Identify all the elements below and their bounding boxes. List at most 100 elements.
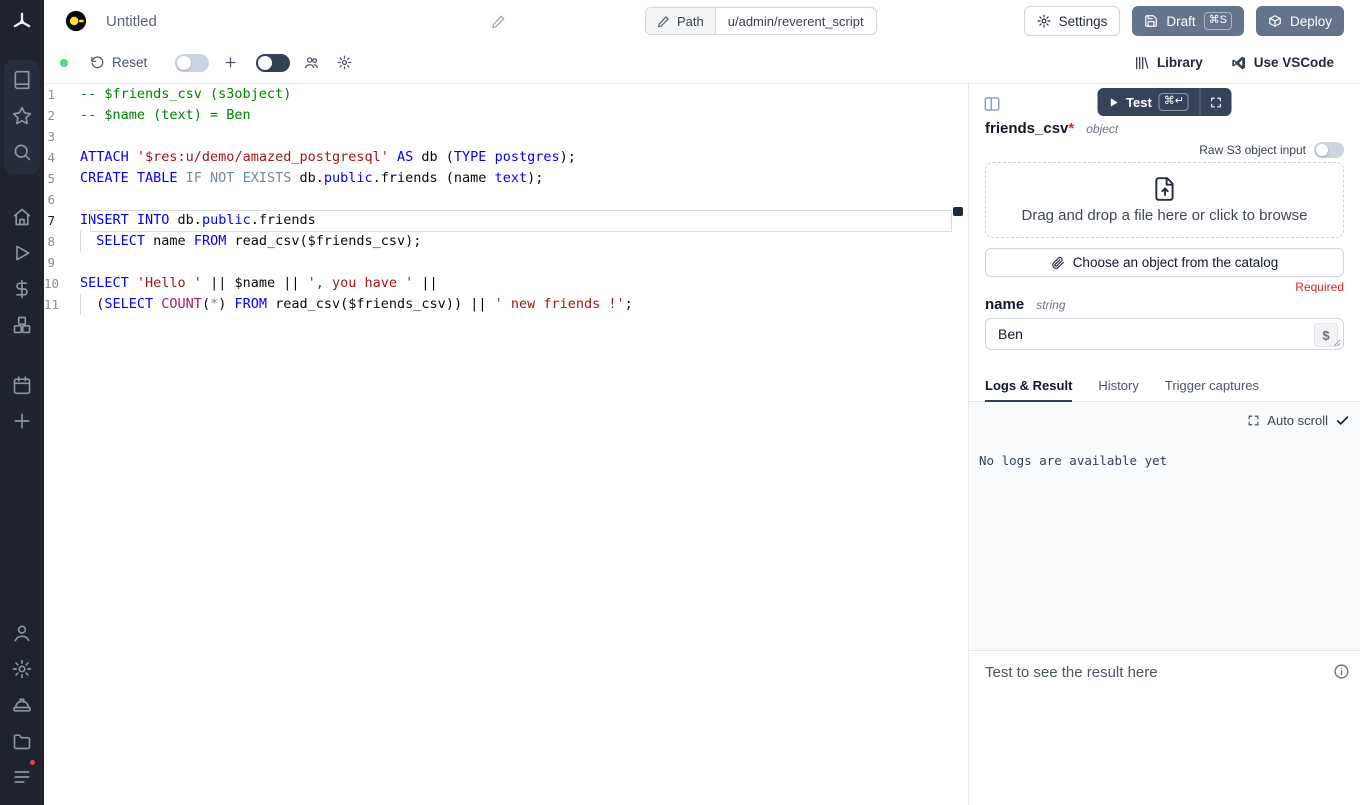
rotate-ccw-icon [90, 55, 105, 70]
toggle-2[interactable] [256, 54, 290, 72]
deploy-label: Deploy [1290, 14, 1332, 29]
code-line[interactable]: 1-- $friends_csv (s3object) [44, 84, 952, 105]
line-number: 11 [44, 294, 80, 315]
toggle-panel-icon[interactable] [983, 95, 1001, 113]
path-label-segment: Path [646, 8, 716, 34]
settings-button[interactable]: Settings [1024, 6, 1121, 36]
raw-s3-toggle[interactable] [1314, 142, 1344, 158]
home-icon[interactable] [12, 207, 32, 227]
user-icon[interactable] [12, 623, 32, 643]
windmill-logo-icon[interactable] [11, 11, 33, 33]
path-value: u/admin/reverent_script [716, 8, 876, 34]
add-plus-icon[interactable] [12, 411, 32, 431]
code-line[interactable]: 9 [44, 252, 952, 273]
file-dropzone[interactable]: Drag and drop a file here or click to br… [985, 162, 1344, 238]
code-text: -- $name (text) = Ben [80, 105, 952, 126]
use-vscode-button[interactable]: Use VSCode [1231, 55, 1334, 71]
toggle-1[interactable] [175, 54, 209, 72]
docs-icon[interactable] [12, 70, 32, 90]
resources-boxes-icon[interactable] [12, 315, 32, 335]
path-pencil-icon [657, 15, 670, 28]
script-title-wrap: Untitled [106, 13, 506, 30]
topbar: Untitled Path u/admin/reverent_script Se… [44, 0, 1360, 42]
code-text [80, 126, 952, 147]
required-asterisk: * [1068, 120, 1074, 137]
panel-tabs: Logs & Result History Trigger captures [969, 378, 1360, 402]
gear-icon [337, 55, 352, 70]
code-text: ATTACH '$res:u/demo/amazed_postgresql' A… [80, 147, 952, 168]
autoscroll-control[interactable]: Auto scroll [1247, 413, 1350, 428]
library-button[interactable]: Library [1134, 55, 1203, 71]
choose-catalog-object-button[interactable]: Choose an object from the catalog [985, 248, 1344, 277]
toolbar-right: Library Use VSCode [1134, 55, 1360, 71]
workers-hardhat-icon[interactable] [12, 695, 32, 715]
reset-label: Reset [112, 55, 147, 70]
line-number: 4 [44, 147, 80, 168]
library-label: Library [1157, 55, 1203, 70]
audit-logs-list-icon[interactable] [12, 767, 32, 787]
editor-toolbar: Reset Library Use VSCode [44, 42, 1360, 84]
arg-name-label: friends_csv* [985, 120, 1074, 137]
code-line[interactable]: 6 [44, 189, 952, 210]
resize-grip[interactable] [1333, 339, 1341, 347]
edit-title-pencil-icon[interactable] [491, 14, 506, 29]
runs-play-icon[interactable] [12, 243, 32, 263]
windmill-app: Untitled Path u/admin/reverent_script Se… [0, 0, 1360, 805]
test-button[interactable]: Test ⌘↵ [1097, 88, 1200, 116]
notification-dot [28, 758, 37, 767]
schedules-calendar-icon[interactable] [12, 375, 32, 395]
code-text [80, 189, 952, 210]
info-icon[interactable] [1333, 663, 1350, 680]
code-line[interactable]: 3 [44, 126, 952, 147]
required-note: Required [1295, 280, 1344, 294]
code-line[interactable]: 5CREATE TABLE IF NOT EXISTS db.public.fr… [44, 168, 952, 189]
play-icon [1108, 97, 1119, 108]
duckdb-language-icon [65, 10, 87, 32]
line-number: 5 [44, 168, 80, 189]
code-line[interactable]: 8 SELECT name FROM read_csv($friends_csv… [44, 231, 952, 252]
collaborators-button[interactable] [304, 55, 319, 70]
tab-history[interactable]: History [1098, 378, 1138, 401]
toggle-knob [1316, 144, 1328, 156]
code-line[interactable]: 7INSERT INTO db.public.friends [44, 210, 952, 231]
line-number: 10 [44, 273, 80, 294]
page-title[interactable]: Untitled [106, 13, 157, 30]
code-lines: 1-- $friends_csv (s3object)2-- $name (te… [44, 84, 952, 315]
arg-name-header: name string [985, 296, 1344, 313]
save-icon [1144, 14, 1158, 28]
line-number: 1 [44, 84, 80, 105]
reset-button[interactable]: Reset [90, 55, 147, 70]
gear-icon [1037, 14, 1051, 28]
arg-friends-csv-header: friends_csv* object [985, 120, 1344, 137]
deploy-button[interactable]: Deploy [1256, 6, 1344, 36]
code-line[interactable]: 10SELECT 'Hello ' || $name || ', you hav… [44, 273, 952, 294]
catalog-button-label: Choose an object from the catalog [1073, 255, 1279, 270]
favorites-star-icon[interactable] [12, 106, 32, 126]
line-number: 3 [44, 126, 80, 147]
code-line[interactable]: 2-- $name (text) = Ben [44, 105, 952, 126]
check-icon [1335, 413, 1350, 428]
path-button[interactable]: Path u/admin/reverent_script [645, 7, 877, 35]
draft-button[interactable]: Draft ⌘S [1132, 6, 1244, 36]
draft-shortcut: ⌘S [1204, 12, 1232, 29]
script-settings-button[interactable] [337, 55, 352, 70]
code-line[interactable]: 11 (SELECT COUNT(*) FROM read_csv($frien… [44, 294, 952, 315]
code-editor[interactable]: 1-- $friends_csv (s3object)2-- $name (te… [44, 84, 952, 805]
editor-overview-ruler[interactable] [952, 84, 968, 805]
code-text: INSERT INTO db.public.friends [80, 210, 952, 231]
code-text: -- $friends_csv (s3object) [80, 84, 952, 105]
code-line[interactable]: 4ATTACH '$res:u/demo/amazed_postgresql' … [44, 147, 952, 168]
name-input[interactable] [986, 326, 1343, 342]
expand-test-button[interactable] [1201, 88, 1232, 116]
raw-s3-label: Raw S3 object input [1199, 143, 1306, 157]
search-icon[interactable] [12, 142, 32, 162]
variables-dollar-icon[interactable] [12, 279, 32, 299]
tab-trigger-captures[interactable]: Trigger captures [1165, 378, 1259, 401]
folders-icon[interactable] [12, 731, 32, 751]
tab-logs-result[interactable]: Logs & Result [985, 378, 1072, 402]
workspace-settings-gear-icon[interactable] [12, 659, 32, 679]
settings-label: Settings [1059, 14, 1108, 29]
add-button[interactable] [223, 55, 238, 70]
file-upload-icon [1152, 176, 1178, 202]
line-number: 2 [44, 105, 80, 126]
